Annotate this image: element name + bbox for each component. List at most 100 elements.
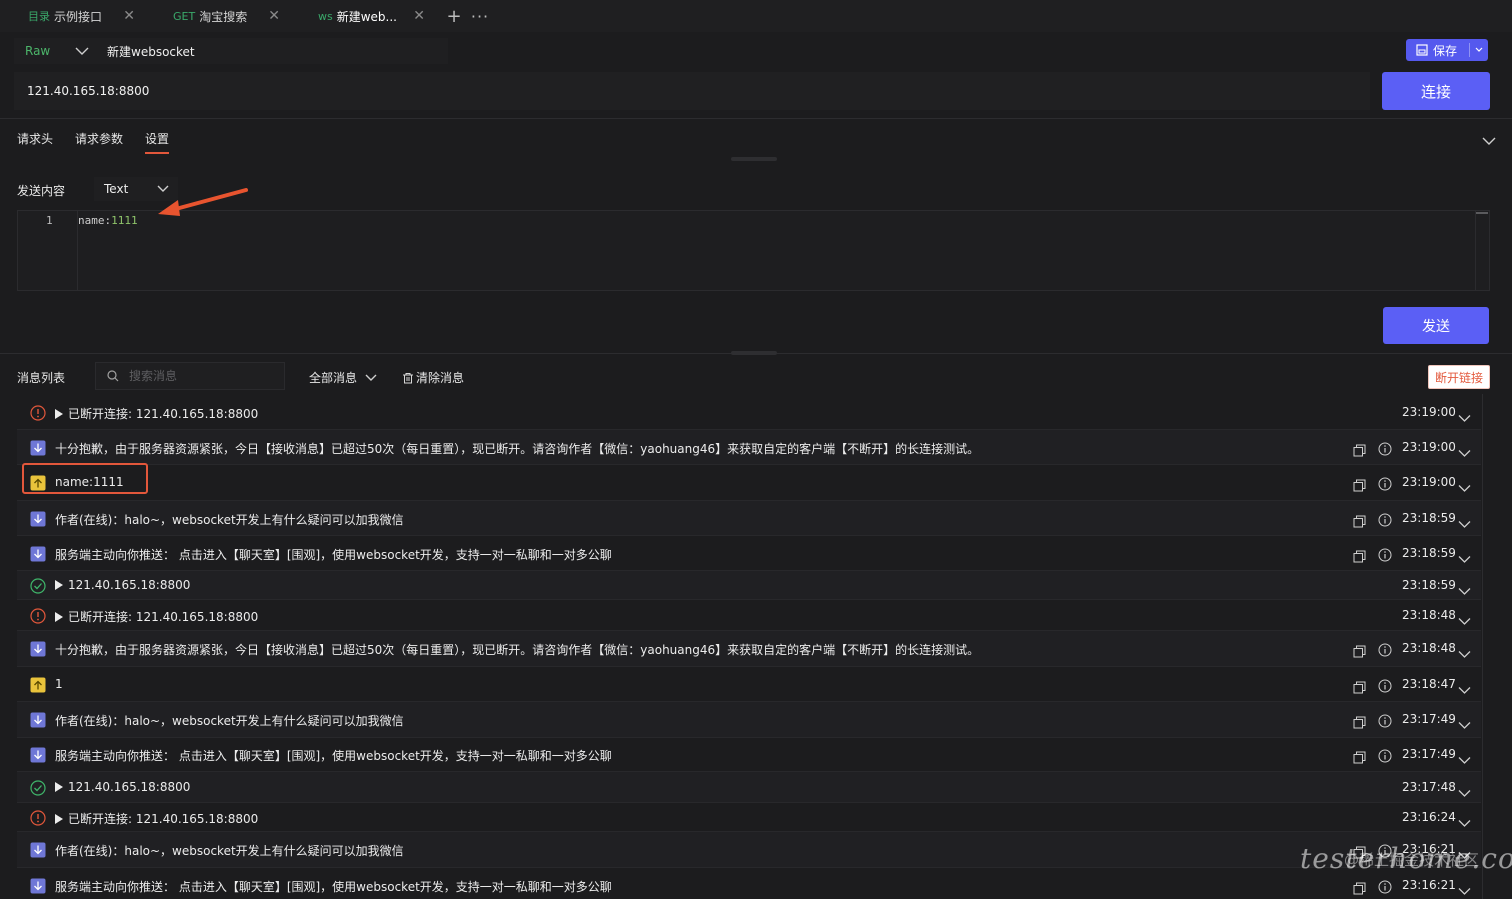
message-row[interactable]: 服务端主动向你推送： 点击进入【聊天室】[围观]，使用websocket开发，支… (17, 868, 1481, 899)
message-row[interactable]: 作者(在线)：halo~，websocket开发上有什么疑问可以加我微信 23:1… (17, 501, 1481, 536)
copy-icon[interactable] (1353, 513, 1366, 528)
info-icon[interactable] (1378, 441, 1392, 456)
copy-icon[interactable] (1353, 477, 1366, 492)
copy-icon[interactable] (1353, 643, 1366, 658)
code-line[interactable]: name:1111 (78, 214, 138, 227)
chevron-down-icon[interactable] (1458, 783, 1471, 797)
expand-triangle-icon[interactable] (55, 409, 63, 419)
save-label: 保存 (1433, 43, 1458, 58)
search-input[interactable] (129, 369, 279, 383)
expand-triangle-icon[interactable] (55, 580, 63, 590)
tab-get[interactable]: GET 淘宝搜索 ✕ (145, 0, 290, 32)
message-scrollbar[interactable] (1482, 394, 1490, 899)
expand-triangle-icon[interactable] (55, 612, 63, 622)
message-row[interactable]: name:1111 23:19:00 (17, 465, 1481, 501)
message-text: 作者(在线)：halo~，websocket开发上有什么疑问可以加我微信 (55, 712, 404, 729)
success-icon (30, 578, 46, 594)
chevron-down-icon[interactable] (75, 46, 89, 56)
chevron-down-icon[interactable] (1458, 549, 1471, 563)
more-icon[interactable]: ··· (467, 7, 493, 26)
message-time: 23:18:47 (1402, 677, 1456, 691)
info-icon[interactable] (1378, 642, 1392, 657)
connect-button[interactable]: 连接 (1382, 72, 1490, 110)
message-row[interactable]: 十分抱歉，由于服务器资源紧张，今日【接收消息】已超过50次（每日重置），现已断开… (17, 631, 1481, 667)
message-row[interactable]: 121.40.165.18:8800 23:17:48 (17, 772, 1481, 803)
close-icon[interactable]: ✕ (268, 8, 280, 24)
url-input[interactable] (27, 84, 1327, 98)
expand-triangle-icon[interactable] (55, 814, 63, 824)
message-filter[interactable]: 全部消息 (309, 369, 377, 386)
save-button[interactable]: 保存 (1406, 39, 1488, 61)
message-row[interactable]: 服务端主动向你推送： 点击进入【聊天室】[围观]，使用websocket开发，支… (17, 738, 1481, 772)
chevron-down-icon[interactable] (1458, 611, 1471, 625)
chevron-down-icon[interactable] (1458, 881, 1471, 895)
resize-handle[interactable] (731, 157, 777, 161)
message-row[interactable]: 已断开连接: 121.40.165.18:8800 23:18:48 (17, 600, 1481, 631)
send-button[interactable]: 发送 (1383, 307, 1489, 344)
info-icon[interactable] (1378, 547, 1392, 562)
info-icon[interactable] (1378, 678, 1392, 693)
chevron-down-icon[interactable] (1458, 644, 1471, 658)
close-icon[interactable]: ✕ (123, 8, 135, 24)
info-icon[interactable] (1378, 713, 1392, 728)
message-row[interactable]: 已断开连接: 121.40.165.18:8800 23:19:00 (17, 396, 1481, 430)
resize-handle[interactable] (731, 351, 777, 355)
tab-websocket[interactable]: ws 新建web... ✕ (290, 0, 435, 32)
chevron-down-icon[interactable] (1458, 443, 1471, 457)
copy-icon[interactable] (1353, 714, 1366, 729)
tab-catalog[interactable]: 目录 示例接口 ✕ (0, 0, 145, 32)
copy-icon[interactable] (1353, 880, 1366, 895)
mode-select[interactable]: Raw (25, 44, 65, 58)
websocket-debugger: { "tabs": [ {"kind": "目录", "label": "示例接… (0, 0, 1512, 899)
add-tab-icon[interactable]: + (441, 6, 467, 27)
request-subtabs: 请求头 请求参数 设置 (17, 130, 191, 154)
copy-icon[interactable] (1353, 749, 1366, 764)
disconnect-button[interactable]: 断开链接 (1428, 365, 1490, 389)
message-row[interactable]: 十分抱歉，由于服务器资源紧张，今日【接收消息】已超过50次（每日重置），现已断开… (17, 430, 1481, 465)
error-icon (30, 405, 46, 421)
info-icon[interactable] (1378, 879, 1392, 894)
message-text[interactable]: 121.40.165.18:8800 (55, 780, 190, 794)
chevron-down-icon[interactable] (1482, 136, 1496, 146)
message-row[interactable]: 作者(在线)：halo~，websocket开发上有什么疑问可以加我微信 23:1… (17, 832, 1481, 868)
message-row[interactable]: 服务端主动向你推送： 点击进入【聊天室】[围观]，使用websocket开发，支… (17, 536, 1481, 571)
copy-icon[interactable] (1353, 548, 1366, 563)
message-text: 作者(在线)：halo~，websocket开发上有什么疑问可以加我微信 (55, 842, 404, 859)
close-icon[interactable]: ✕ (413, 8, 425, 24)
tab-params[interactable]: 请求参数 (75, 130, 123, 154)
message-row[interactable]: 作者(在线)：halo~，websocket开发上有什么疑问可以加我微信 23:1… (17, 702, 1481, 738)
message-text[interactable]: 已断开连接: 121.40.165.18:8800 (55, 810, 258, 827)
tab-headers[interactable]: 请求头 (17, 130, 53, 154)
message-row[interactable]: 已断开连接: 121.40.165.18:8800 23:16:24 (17, 803, 1481, 832)
chevron-down-icon[interactable] (1458, 680, 1471, 694)
arrow-down-icon (30, 440, 46, 456)
tab-settings[interactable]: 设置 (145, 130, 170, 154)
chevron-down-icon[interactable] (1458, 478, 1471, 492)
clear-messages-button[interactable]: 清除消息 (402, 369, 464, 386)
request-name[interactable]: 新建websocket (107, 43, 195, 60)
info-icon[interactable] (1378, 512, 1392, 527)
editor-scrollbar[interactable] (1475, 211, 1489, 290)
info-icon[interactable] (1378, 476, 1392, 491)
message-content: 服务端主动向你推送： 点击进入【聊天室】[围观]，使用websocket开发，支… (55, 880, 612, 894)
expand-triangle-icon[interactable] (55, 782, 63, 792)
message-row[interactable]: 1 23:18:47 (17, 667, 1481, 702)
message-content: 121.40.165.18:8800 (68, 578, 191, 592)
chevron-down-icon[interactable] (1458, 715, 1471, 729)
message-text[interactable]: 121.40.165.18:8800 (55, 578, 190, 592)
message-text[interactable]: 已断开连接: 121.40.165.18:8800 (55, 405, 258, 422)
info-icon[interactable] (1378, 748, 1392, 763)
copy-icon[interactable] (1353, 679, 1366, 694)
chevron-down-icon[interactable] (1458, 813, 1471, 827)
message-time: 23:19:00 (1402, 440, 1456, 454)
chevron-down-icon[interactable] (1458, 750, 1471, 764)
tab-bar: 目录 示例接口 ✕ GET 淘宝搜索 ✕ ws 新建web... ✕ + ··· (0, 0, 1512, 32)
message-text[interactable]: 已断开连接: 121.40.165.18:8800 (55, 608, 258, 625)
chevron-down-icon[interactable] (1474, 44, 1484, 54)
copy-icon[interactable] (1353, 442, 1366, 457)
tab-kind: 目录 (28, 10, 50, 23)
chevron-down-icon[interactable] (1458, 514, 1471, 528)
chevron-down-icon[interactable] (1458, 581, 1471, 595)
message-row[interactable]: 121.40.165.18:8800 23:18:59 (17, 571, 1481, 600)
chevron-down-icon[interactable] (1458, 408, 1471, 422)
